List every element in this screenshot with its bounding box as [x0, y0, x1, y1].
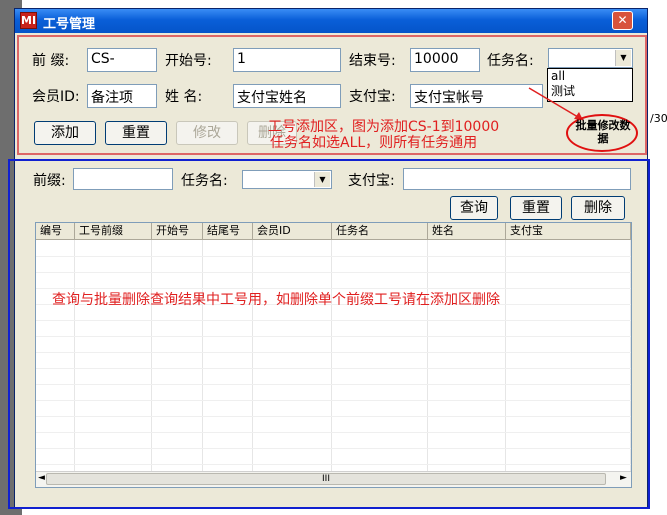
- window-title: 工号管理: [43, 17, 96, 32]
- column-header[interactable]: 支付宝: [506, 223, 631, 240]
- end-number-input[interactable]: 10000: [410, 48, 480, 72]
- add-area-note-line2: 任务名如选ALL，则所有任务通用: [270, 135, 478, 151]
- scrollbar-thumb[interactable]: III: [46, 473, 606, 485]
- scroll-right-icon[interactable]: ►: [620, 473, 627, 483]
- query-button[interactable]: 查询: [450, 196, 498, 220]
- table-row-divider: [36, 400, 631, 401]
- query-prefix-label: 前缀:: [33, 173, 66, 189]
- add-button[interactable]: 添加: [34, 121, 96, 145]
- task-name-select[interactable]: ▼: [548, 48, 633, 68]
- table-header-row: 编号 工号前缀 开始号 结尾号 会员ID 任务名 姓名 支付宝: [36, 223, 631, 240]
- chevron-down-icon[interactable]: ▼: [314, 172, 330, 187]
- table-row-divider: [36, 352, 631, 353]
- table-row-divider: [36, 432, 631, 433]
- start-number-input[interactable]: 1: [233, 48, 341, 72]
- alipay-input[interactable]: 支付宝帐号: [410, 84, 543, 108]
- title-bar[interactable]: [15, 9, 647, 33]
- name-input[interactable]: 支付宝姓名: [233, 84, 341, 108]
- table-row-divider: [36, 272, 631, 273]
- app-icon: MI: [20, 12, 37, 29]
- table-column-divider: [427, 240, 428, 471]
- table-row-divider: [36, 464, 631, 465]
- query-alipay-label: 支付宝:: [348, 173, 395, 189]
- edit-button[interactable]: 修改: [176, 121, 238, 145]
- table-column-divider: [252, 240, 253, 471]
- column-header[interactable]: 结尾号: [203, 223, 253, 240]
- column-header[interactable]: 姓名: [428, 223, 506, 240]
- prefix-label: 前 缀:: [32, 53, 70, 69]
- table-row-divider: [36, 384, 631, 385]
- table-row-divider: [36, 448, 631, 449]
- query-alipay-input[interactable]: [403, 168, 631, 190]
- query-task-label: 任务名:: [181, 173, 228, 189]
- table-column-divider: [505, 240, 506, 471]
- query-prefix-input[interactable]: [73, 168, 173, 190]
- column-header[interactable]: 任务名: [332, 223, 428, 240]
- table-column-divider: [151, 240, 152, 471]
- start-number-label: 开始号:: [165, 53, 212, 69]
- column-header[interactable]: 会员ID: [253, 223, 332, 240]
- close-button[interactable]: ✕: [612, 11, 633, 30]
- task-name-label: 任务名:: [487, 53, 534, 69]
- table-row-divider: [36, 416, 631, 417]
- table-column-divider: [630, 240, 631, 471]
- reset-button[interactable]: 重置: [105, 121, 167, 145]
- member-id-label: 会员ID:: [32, 89, 80, 105]
- prefix-input[interactable]: CS-: [87, 48, 157, 72]
- table-row-divider: [36, 368, 631, 369]
- query-delete-button[interactable]: 删除: [571, 196, 625, 220]
- table-row-divider: [36, 336, 631, 337]
- column-header[interactable]: 工号前缀: [75, 223, 152, 240]
- member-id-input[interactable]: 备注项: [87, 84, 157, 108]
- query-task-select[interactable]: ▼: [242, 170, 332, 189]
- end-number-label: 结束号:: [349, 53, 396, 69]
- table-row-divider: [36, 256, 631, 257]
- alipay-label: 支付宝:: [349, 89, 396, 105]
- table-column-divider: [331, 240, 332, 471]
- table-column-divider: [202, 240, 203, 471]
- side-fragment-text: /300: [650, 112, 667, 125]
- batch-edit-button[interactable]: 批量修改数据: [575, 119, 631, 147]
- chevron-down-icon[interactable]: ▼: [615, 50, 631, 66]
- table-row-divider: [36, 320, 631, 321]
- name-label: 姓 名:: [165, 89, 203, 105]
- scroll-left-icon[interactable]: ◄: [38, 473, 45, 483]
- column-header[interactable]: 开始号: [152, 223, 203, 240]
- query-area-note: 查询与批量删除查询结果中工号用，如删除单个前缀工号请在添加区删除: [52, 292, 500, 308]
- column-header[interactable]: 编号: [36, 223, 75, 240]
- task-option-all[interactable]: all: [551, 69, 632, 84]
- table-column-divider: [74, 240, 75, 471]
- query-reset-button[interactable]: 重置: [510, 196, 562, 220]
